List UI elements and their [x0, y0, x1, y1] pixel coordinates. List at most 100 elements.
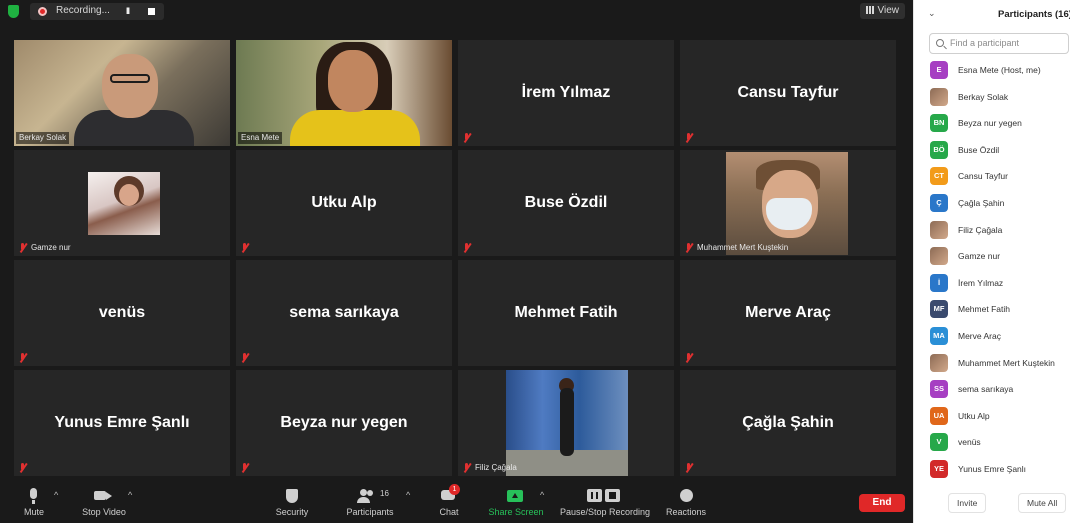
participants-options-caret-icon[interactable]: ^: [406, 490, 410, 500]
participant-avatar: [930, 353, 948, 372]
view-button[interactable]: View: [859, 3, 905, 19]
participant-list-item[interactable]: Filiz Çağala: [914, 218, 1070, 245]
participant-avatar: CT: [930, 167, 948, 186]
invite-button[interactable]: Invite: [948, 493, 987, 513]
video-tile-gamze[interactable]: Gamze nur: [14, 150, 230, 256]
video-options-caret-icon[interactable]: ^: [128, 490, 132, 500]
muted-mic-icon: [18, 353, 27, 363]
stop-recording-icon[interactable]: [148, 8, 155, 15]
meeting-top-bar: Recording... II View: [0, 0, 913, 24]
muted-mic-icon: [462, 133, 471, 143]
pause-recording-icon[interactable]: II: [126, 6, 130, 16]
participant-list-item[interactable]: E Esna Mete (Host, me): [914, 58, 1070, 85]
participant-name: İrem Yılmaz: [958, 277, 1004, 288]
participant-name: Merve Araç: [958, 330, 1001, 341]
participant-avatar: MF: [930, 300, 948, 319]
participant-name: Muhammet Mert Kuştekin: [958, 357, 1055, 368]
tile-display-name: Yunus Emre Şanlı: [54, 414, 190, 431]
share-options-caret-icon[interactable]: ^: [540, 490, 544, 500]
participant-list-item[interactable]: CT Cansu Tayfur: [914, 164, 1070, 191]
participant-list-item[interactable]: BÖ Buse Özdil: [914, 138, 1070, 165]
video-tile-cansu[interactable]: Cansu Tayfur: [680, 40, 896, 146]
participant-video: [506, 370, 628, 476]
participant-name: Filiz Çağala: [958, 224, 1003, 235]
tile-display-name: venüs: [98, 304, 146, 321]
share-screen-label: Share Screen: [488, 507, 544, 517]
participant-list-item[interactable]: Muhammet Mert Kuştekin: [914, 351, 1070, 378]
muted-mic-icon: [18, 463, 27, 473]
participant-list-item[interactable]: İ İrem Yılmaz: [914, 271, 1070, 298]
video-tile-sema[interactable]: sema sarıkaya: [236, 260, 452, 366]
video-tile-cagla[interactable]: Çağla Şahin: [680, 370, 896, 476]
participant-list-item[interactable]: SS sema sarıkaya: [914, 377, 1070, 404]
participant-search-input[interactable]: Find a participant: [929, 33, 1069, 54]
meeting-window: Recording... II View Berkay Solak Esna M…: [0, 0, 913, 523]
participant-video: [236, 40, 452, 146]
participant-name: Mehmet Fatih: [958, 304, 1010, 315]
tile-display-name: İrem Yılmaz: [521, 84, 611, 101]
audio-options-caret-icon[interactable]: ^: [54, 490, 58, 500]
participant-list-item[interactable]: Berkay Solak: [914, 85, 1070, 112]
participant-name: Utku Alp: [958, 410, 990, 421]
muted-mic-icon: [684, 243, 693, 253]
panel-header: ⌄ Participants (16): [914, 0, 1070, 28]
end-meeting-button[interactable]: End: [859, 494, 905, 512]
pause-stop-recording-button[interactable]: Pause/Stop Recording: [558, 488, 652, 517]
security-label: Security: [275, 507, 309, 517]
pause-stop-recording-label: Pause/Stop Recording: [559, 507, 651, 517]
participant-name: Yunus Emre Şanlı: [958, 463, 1027, 474]
participant-avatar: UA: [930, 406, 948, 425]
chat-bubble-icon: 1: [436, 484, 462, 504]
participant-list-item[interactable]: MA Merve Araç: [914, 324, 1070, 351]
stop-video-button[interactable]: Stop Video: [78, 488, 130, 517]
security-button[interactable]: Security: [272, 488, 312, 517]
tile-name-label: Gamze nur: [31, 243, 71, 252]
video-tile-filiz[interactable]: Filiz Çağala: [458, 370, 674, 476]
video-tile-merve[interactable]: Merve Araç: [680, 260, 896, 366]
meeting-toolbar: Mute ^ Stop Video ^ Security 16 Particip…: [0, 480, 913, 523]
search-placeholder: Find a participant: [950, 38, 1020, 48]
participants-button[interactable]: 16 Participants: [342, 488, 398, 517]
participant-list: E Esna Mete (Host, me) Berkay Solak BN Beyza…: [914, 58, 1070, 484]
participant-avatar: [930, 87, 948, 106]
participant-list-item[interactable]: MF Mehmet Fatih: [914, 297, 1070, 324]
video-tile-berkay[interactable]: Berkay Solak: [14, 40, 230, 146]
participant-list-item[interactable]: Ç Çağla Şahin: [914, 191, 1070, 218]
video-tile-buse[interactable]: Buse Özdil: [458, 150, 674, 256]
participant-list-item[interactable]: YE Yunus Emre Şanlı: [914, 457, 1070, 484]
participant-list-item[interactable]: UA Utku Alp: [914, 404, 1070, 431]
video-tile-irem[interactable]: İrem Yılmaz: [458, 40, 674, 146]
participant-avatar: V: [930, 433, 948, 452]
participants-count: 16: [380, 489, 389, 498]
video-tile-mehmet[interactable]: Mehmet Fatih: [458, 260, 674, 366]
muted-mic-icon: [684, 463, 693, 473]
recording-indicator: Recording... II: [30, 3, 164, 20]
participant-avatar: Ç: [930, 193, 948, 212]
chat-button[interactable]: 1 Chat: [436, 484, 462, 517]
video-tile-utku[interactable]: Utku Alp: [236, 150, 452, 256]
mute-all-button[interactable]: Mute All: [1018, 493, 1067, 513]
muted-mic-icon: [684, 353, 693, 363]
recording-dot-icon: [38, 7, 47, 16]
participant-avatar: MA: [930, 326, 948, 345]
mute-button[interactable]: Mute: [20, 488, 48, 517]
participant-avatar: İ: [930, 273, 948, 292]
video-tile-esna[interactable]: Esna Mete: [236, 40, 452, 146]
view-button-label: View: [877, 5, 900, 16]
video-tile-yunus[interactable]: Yunus Emre Şanlı: [14, 370, 230, 476]
security-shield-icon[interactable]: [8, 5, 19, 18]
video-tile-beyza[interactable]: Beyza nur yegen: [236, 370, 452, 476]
reactions-button[interactable]: Reactions: [664, 488, 708, 517]
participant-list-item[interactable]: BN Beyza nur yegen: [914, 111, 1070, 138]
participant-name: Esna Mete (Host, me): [958, 65, 1041, 75]
tile-name-label: Filiz Çağala: [475, 463, 517, 472]
muted-mic-icon: [462, 463, 471, 473]
participant-list-item[interactable]: Gamze nur: [914, 244, 1070, 271]
panel-footer: Invite Mute All: [914, 486, 1070, 523]
video-tile-venus[interactable]: venüs: [14, 260, 230, 366]
share-screen-button[interactable]: Share Screen: [488, 488, 544, 517]
video-tile-mert[interactable]: Muhammet Mert Kuştekin: [680, 150, 896, 256]
collapse-panel-chevron-icon[interactable]: ⌄: [928, 8, 936, 19]
participant-list-item[interactable]: Vvenüs: [914, 430, 1070, 457]
share-screen-icon: [488, 488, 544, 504]
